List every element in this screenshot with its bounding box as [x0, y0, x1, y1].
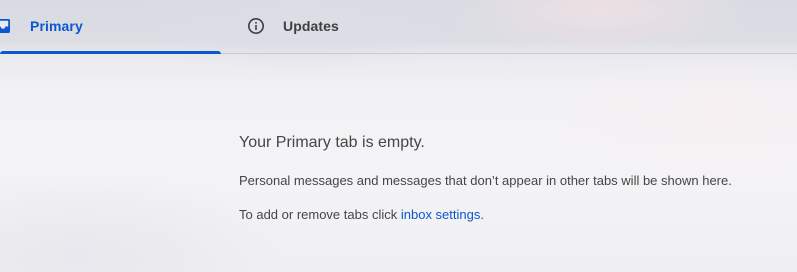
tab-updates[interactable]: Updates: [221, 0, 441, 53]
background-theme: [0, 54, 797, 272]
inbox-settings-hint-suffix: .: [480, 207, 484, 222]
inbox-icon: [0, 17, 12, 35]
tab-updates-label: Updates: [283, 18, 339, 34]
inbox-settings-link[interactable]: inbox settings: [401, 207, 481, 222]
selected-tab-indicator: [0, 51, 221, 54]
inbox-view: Primary Updates Your Primary tab is empt…: [0, 0, 797, 272]
info-icon: [247, 17, 265, 35]
inbox-settings-hint: To add or remove tabs click inbox settin…: [239, 206, 484, 224]
empty-state-description: Personal messages and messages that don’…: [239, 173, 732, 188]
tab-primary-label: Primary: [30, 18, 83, 34]
tab-primary[interactable]: Primary: [0, 0, 221, 54]
empty-state-title: Your Primary tab is empty.: [239, 134, 425, 151]
inbox-settings-hint-prefix: To add or remove tabs click: [239, 207, 401, 222]
category-tab-bar: Primary Updates: [0, 0, 797, 54]
